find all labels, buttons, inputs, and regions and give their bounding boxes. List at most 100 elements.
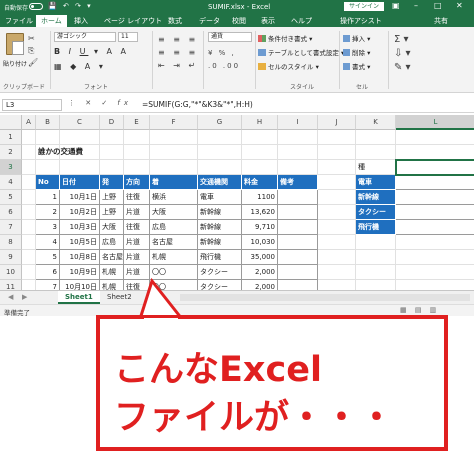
column-header-k[interactable]: K [356, 115, 396, 130]
table-data-cell[interactable]: 5 [36, 250, 60, 265]
quick-access-toolbar[interactable]: 💾 ↶ ↷ ▾ [48, 2, 93, 10]
grid-cell[interactable] [278, 160, 318, 175]
table-header-cell[interactable]: 発 [100, 175, 124, 190]
table-header-cell[interactable]: No [36, 175, 60, 190]
tab-file[interactable]: ファイル [5, 16, 33, 26]
table-data-cell[interactable]: 10月10日 [60, 280, 100, 290]
table-data-cell[interactable]: 片道 [124, 205, 150, 220]
paste-label[interactable]: 貼り付け [3, 59, 27, 68]
table-data-cell[interactable]: 〇〇 [150, 280, 198, 290]
grid-cell[interactable] [22, 220, 36, 235]
table-data-cell[interactable]: 飛行機 [198, 250, 242, 265]
tab-view[interactable]: 表示 [261, 16, 275, 26]
table-data-cell[interactable]: 往復 [124, 280, 150, 290]
tab-home[interactable]: ホーム [36, 15, 67, 27]
grid-cell[interactable] [150, 160, 198, 175]
grid-cell[interactable] [22, 235, 36, 250]
column-header-j[interactable]: J [318, 115, 356, 130]
table-data-cell[interactable]: 10月5日 [60, 235, 100, 250]
ribbon-display-icon[interactable]: ▣ [392, 1, 400, 10]
share-button[interactable]: 共有 [434, 16, 448, 26]
grid-cell[interactable] [396, 280, 474, 290]
grid-cell[interactable] [60, 130, 100, 145]
grid-cell[interactable] [150, 145, 198, 160]
table-header-cell[interactable]: 交通機関 [198, 175, 242, 190]
sheet-tab-sheet1[interactable]: Sheet1 [58, 291, 100, 304]
table-data-cell[interactable]: 札幌 [100, 265, 124, 280]
table-data-cell[interactable]: 片道 [124, 235, 150, 250]
grid-cell[interactable] [318, 145, 356, 160]
close-icon[interactable]: ✕ [456, 1, 463, 10]
cell-styles-button[interactable]: セルのスタイル ▾ [258, 61, 319, 71]
grid-cell[interactable] [318, 160, 356, 175]
tab-tell-me[interactable]: 操作アシスト [340, 16, 382, 26]
grid-cell[interactable] [356, 280, 396, 290]
summary-value-cell[interactable] [396, 175, 474, 190]
column-header-g[interactable]: G [198, 115, 242, 130]
grid-cell[interactable] [396, 145, 474, 160]
grid-cell[interactable] [318, 280, 356, 290]
row-header-11[interactable]: 11 [0, 280, 22, 290]
clipboard-icons[interactable]: ✂ ⎘ 🖌 [28, 33, 38, 69]
column-header-l[interactable]: L [396, 115, 474, 130]
table-data-cell[interactable]: 札幌 [100, 280, 124, 290]
column-header-b[interactable]: B [36, 115, 60, 130]
table-data-cell[interactable]: 大阪 [100, 220, 124, 235]
table-data-cell[interactable] [278, 265, 318, 280]
table-header-cell[interactable]: 料金 [242, 175, 278, 190]
table-data-cell[interactable]: 新幹線 [198, 205, 242, 220]
select-all-corner[interactable] [0, 115, 22, 130]
grid-cell[interactable] [242, 145, 278, 160]
column-header-d[interactable]: D [100, 115, 124, 130]
grid-cell[interactable] [22, 205, 36, 220]
table-data-cell[interactable]: 上野 [100, 205, 124, 220]
name-box[interactable]: L3 [2, 99, 62, 111]
grid-cell[interactable] [356, 235, 396, 250]
table-data-cell[interactable]: 電車 [198, 190, 242, 205]
grid-cell[interactable] [22, 250, 36, 265]
table-data-cell[interactable]: 大阪 [150, 205, 198, 220]
grid-cell[interactable] [124, 130, 150, 145]
grid-cell[interactable] [36, 160, 60, 175]
table-header-cell[interactable]: 方向 [124, 175, 150, 190]
grid-cell[interactable] [22, 175, 36, 190]
tab-page-layout[interactable]: ページ レイアウト [104, 16, 162, 26]
table-data-cell[interactable]: 3 [36, 220, 60, 235]
table-data-cell[interactable] [278, 205, 318, 220]
grid-cell[interactable] [198, 130, 242, 145]
formula-icons[interactable]: ⋮ ✕ ✓ fx [68, 99, 132, 107]
column-header-i[interactable]: I [278, 115, 318, 130]
table-data-cell[interactable]: 10月3日 [60, 220, 100, 235]
table-data-cell[interactable]: 上野 [100, 190, 124, 205]
grid-cell[interactable] [356, 265, 396, 280]
table-data-cell[interactable]: 往復 [124, 190, 150, 205]
worksheet-grid[interactable]: ABCDEFGHIJKL 123456789101112 誰かの交通費No日付発… [0, 115, 474, 290]
table-data-cell[interactable] [278, 280, 318, 290]
table-data-cell[interactable]: 広島 [100, 235, 124, 250]
grid-cell[interactable] [318, 220, 356, 235]
grid-cell[interactable] [124, 160, 150, 175]
autosave-toggle[interactable] [29, 3, 43, 10]
sheet-title-cell[interactable]: 誰かの交通費 [36, 145, 156, 160]
table-header-cell[interactable]: 着 [150, 175, 198, 190]
table-data-cell[interactable]: 名古屋 [150, 235, 198, 250]
table-data-cell[interactable]: 10月1日 [60, 190, 100, 205]
table-data-cell[interactable]: 往復 [124, 220, 150, 235]
table-data-cell[interactable]: 1 [36, 190, 60, 205]
column-header-e[interactable]: E [124, 115, 150, 130]
grid-cell[interactable] [198, 145, 242, 160]
summary-value-cell[interactable] [396, 190, 474, 205]
number-format-icons[interactable]: ¥ % , .0 .00 [208, 47, 240, 73]
paste-icon[interactable] [6, 33, 24, 55]
summary-label-cell[interactable]: 飛行機 [356, 220, 396, 235]
summary-label-cell[interactable]: 電車 [356, 175, 396, 190]
grid-cell[interactable] [278, 130, 318, 145]
table-data-cell[interactable]: 〇〇 [150, 265, 198, 280]
column-header-a[interactable]: A [22, 115, 36, 130]
table-data-cell[interactable] [278, 235, 318, 250]
table-data-cell[interactable]: 2,000 [242, 265, 278, 280]
table-data-cell[interactable]: 広島 [150, 220, 198, 235]
grid-cell[interactable] [22, 190, 36, 205]
delete-cells-button[interactable]: 削除 ▾ [343, 47, 370, 57]
row-header-7[interactable]: 7 [0, 220, 22, 235]
